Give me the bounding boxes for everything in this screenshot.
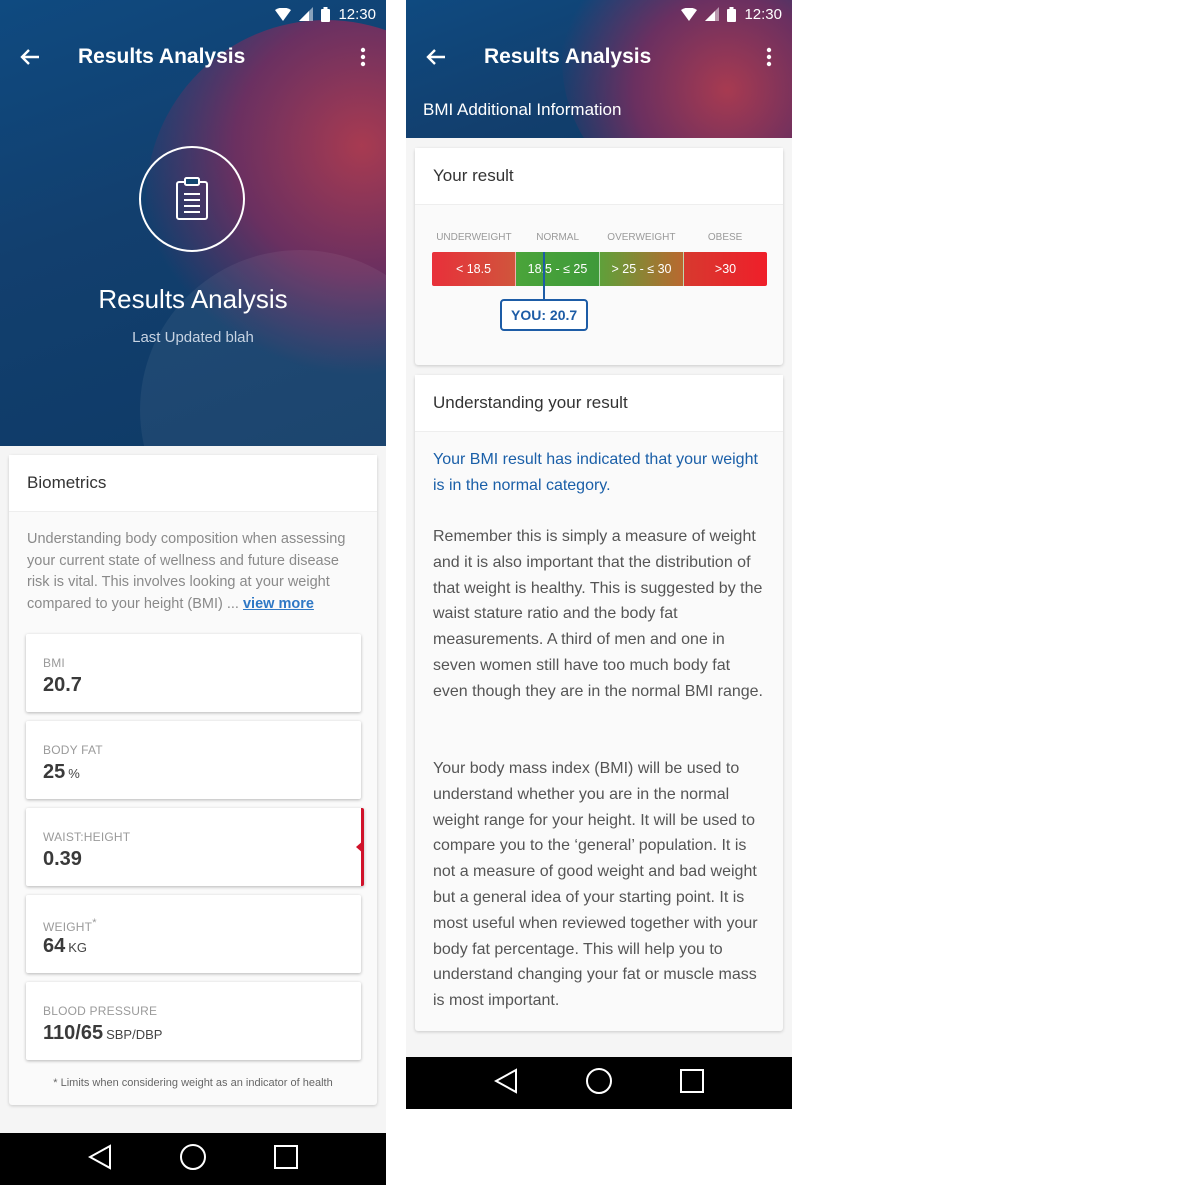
biometrics-intro: Understanding body composition when asse… [27, 531, 346, 612]
metric-value: 64 KG [43, 935, 88, 957]
metric-unit: % [68, 766, 80, 781]
metric-value: 20.7 [43, 674, 82, 696]
bmi-range-bar: < 18.5 18.5 - ≤ 25 > 25 - ≤ 30 >30 [432, 252, 767, 286]
biometrics-card: Biometrics Understanding body compositio… [9, 455, 377, 1105]
navigation-bar [406, 1057, 792, 1109]
nav-recents-icon[interactable] [679, 1068, 704, 1098]
app-bar: Results Analysis [406, 28, 792, 86]
metric-label: BMI [43, 656, 65, 670]
card-title: Understanding your result [415, 375, 783, 432]
result-paragraph-2: Your body mass index (BMI) will be used … [433, 760, 758, 1010]
app-bar-title: Results Analysis [78, 45, 246, 68]
view-more-link[interactable]: view more [243, 596, 314, 612]
metric-label: WEIGHT* [43, 917, 97, 934]
metric-value: 25% [43, 761, 80, 783]
nav-back-icon[interactable] [88, 1143, 112, 1175]
range-overweight: > 25 - ≤ 30 [600, 252, 684, 286]
you-marker-line [543, 252, 546, 299]
you-marker-label: YOU: 20.7 [500, 299, 589, 331]
metric-unit: KG [68, 940, 88, 955]
more-vert-icon[interactable] [746, 28, 792, 86]
nav-recents-icon[interactable] [273, 1144, 298, 1174]
understanding-result-card: Understanding your result Your BMI resul… [415, 375, 783, 1031]
back-arrow-icon[interactable] [0, 28, 60, 86]
more-vert-icon[interactable] [340, 28, 386, 86]
card-title: Your result [415, 148, 783, 205]
result-paragraph-1: Remember this is simply a measure of wei… [433, 528, 763, 700]
status-bar: 12:30 [406, 0, 792, 28]
nav-home-icon[interactable] [179, 1143, 207, 1176]
signal-icon [705, 7, 720, 21]
metric-card-bmi[interactable]: BMI 20.7 [26, 634, 361, 712]
metric-card-weight[interactable]: WEIGHT* 64 KG [26, 895, 361, 973]
hero-title: Results Analysis [98, 284, 288, 314]
category-obese: OBESE [707, 232, 743, 243]
status-bar: 12:30 [0, 0, 386, 28]
metric-value: 110/65 SBP/DBP [43, 1022, 163, 1044]
footnote-asterisk: * [92, 917, 97, 929]
status-time: 12:30 [338, 5, 376, 23]
range-obese: >30 [684, 252, 767, 286]
results-analysis-screen: 12:30 Results Analysis Results Analysis … [0, 0, 386, 1185]
last-updated-text: Last Updated blah [132, 329, 254, 346]
metric-card-body-fat[interactable]: BODY FAT 25% [26, 721, 361, 799]
status-time: 12:30 [744, 5, 782, 23]
navigation-bar [0, 1133, 386, 1185]
metric-label: BODY FAT [43, 743, 103, 757]
metric-card-blood-pressure[interactable]: BLOOD PRESSURE 110/65 SBP/DBP [26, 982, 361, 1060]
back-arrow-icon[interactable] [406, 28, 466, 86]
range-normal: 18.5 - ≤ 25 [516, 252, 600, 286]
nav-back-icon[interactable] [494, 1067, 518, 1099]
metric-unit: SBP/DBP [106, 1027, 163, 1042]
result-highlight-text: Your BMI result has indicated that your … [433, 451, 758, 494]
bmi-information-screen: 12:30 Results Analysis BMI Additional In… [406, 0, 792, 1109]
bmi-scale: UNDERWEIGHT NORMAL OVERWEIGHT OBESE < 18… [432, 232, 767, 331]
metric-label: BLOOD PRESSURE [43, 1004, 158, 1018]
clipboard-icon [139, 146, 245, 252]
screen-subtitle: BMI Additional Information [423, 100, 622, 119]
wifi-icon [275, 7, 292, 21]
wifi-icon [681, 7, 698, 21]
warning-flag-indicator [356, 840, 364, 854]
battery-icon [321, 6, 331, 22]
your-result-card: Your result UNDERWEIGHT NORMAL OVERWEIGH… [415, 148, 783, 365]
app-bar: Results Analysis [0, 28, 386, 86]
nav-home-icon[interactable] [585, 1067, 613, 1100]
metric-card-waist-height[interactable]: WAIST:HEIGHT 0.39 [26, 808, 364, 886]
bmi-category-labels: UNDERWEIGHT NORMAL OVERWEIGHT OBESE [432, 232, 767, 252]
range-underweight: < 18.5 [432, 252, 516, 286]
battery-icon [727, 6, 737, 22]
category-overweight: OVERWEIGHT [607, 232, 676, 243]
category-normal: NORMAL [536, 232, 580, 243]
metric-value: 0.39 [43, 848, 82, 870]
app-bar-title: Results Analysis [484, 45, 652, 68]
metric-label: WAIST:HEIGHT [43, 830, 131, 844]
footnote: * Limits when considering weight as an i… [53, 1077, 333, 1089]
card-title: Biometrics [9, 455, 377, 512]
category-underweight: UNDERWEIGHT [436, 232, 512, 243]
signal-icon [299, 7, 314, 21]
